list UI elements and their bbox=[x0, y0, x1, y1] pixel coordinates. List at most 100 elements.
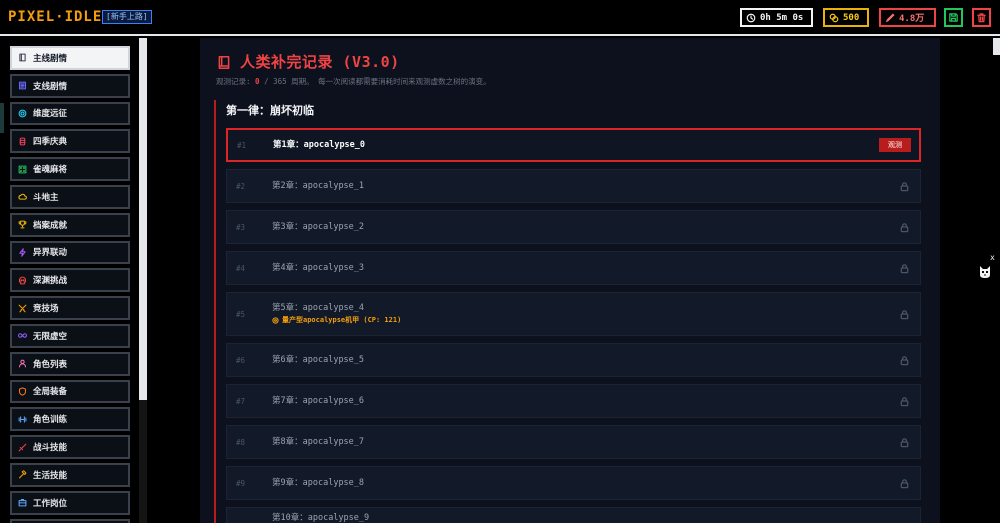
sidebar-item-seasonal-festival[interactable]: 四季庆典 bbox=[10, 129, 130, 154]
lock-icon bbox=[899, 478, 910, 489]
game-logo: PIXEL·IDLE bbox=[8, 9, 103, 25]
chapter-row-5: #5 第5章：apocalypse_4 量产型apocalypse机甲 (CP:… bbox=[226, 292, 921, 336]
progress-summary: 观测记录: 0 / 365 周期。 每一次阅读都需要消耗时间来观测虚数之树的演变… bbox=[216, 77, 491, 86]
lock-icon bbox=[899, 181, 910, 192]
sidebar-item-dimension-expedition[interactable]: 维度远征 bbox=[10, 101, 130, 126]
sidebar-item-label: 支线剧情 bbox=[33, 81, 68, 92]
delete-button[interactable] bbox=[972, 8, 991, 27]
timer-value: 0h 5m 0s bbox=[760, 12, 804, 23]
page-scrollbar-thumb[interactable] bbox=[993, 38, 1000, 55]
chapter-row-1[interactable]: #1 第1章：apocalypse_0 观测 bbox=[226, 128, 921, 162]
sidebar-item-main-story[interactable]: 主线剧情 bbox=[10, 46, 130, 70]
sidebar-item-partial[interactable] bbox=[10, 518, 130, 523]
chapter-body: 第6章：apocalypse_5 bbox=[272, 355, 899, 365]
chapter-title: 第7章：apocalypse_6 bbox=[272, 396, 365, 406]
pet-close-button[interactable]: x bbox=[990, 253, 995, 262]
chapter-number: #2 bbox=[236, 181, 246, 191]
section-divider bbox=[214, 100, 216, 523]
chapter-body: 第3章：apocalypse_2 bbox=[272, 222, 899, 232]
cloud-icon bbox=[18, 192, 27, 201]
sidebar-item-mahjong[interactable]: 雀魂麻将 bbox=[10, 157, 130, 181]
save-button[interactable] bbox=[944, 8, 963, 27]
chapter-row-3: #3 第3章：apocalypse_2 bbox=[226, 210, 921, 244]
coin-value: 500 bbox=[843, 12, 860, 23]
sidebar-item-dou-dizhu[interactable]: 斗地主 bbox=[10, 184, 130, 209]
sidebar-item-label: 主线剧情 bbox=[33, 53, 68, 64]
sidebar-scrollbar-thumb[interactable] bbox=[139, 38, 147, 400]
chapter-body: 第5章：apocalypse_4 量产型apocalypse机甲 (CP: 12… bbox=[272, 303, 899, 325]
shield-icon bbox=[18, 387, 27, 396]
sidebar-item-label: 全局装备 bbox=[33, 387, 68, 398]
power-value: 4.8万 bbox=[899, 14, 925, 24]
sidebar-item-global-equipment[interactable]: 全局装备 bbox=[10, 379, 130, 404]
dice-icon bbox=[18, 165, 27, 174]
sidebar-item-infinite-void[interactable]: 无限虚空 bbox=[10, 323, 130, 348]
clock-icon bbox=[746, 13, 756, 23]
chapter-title: 第5章：apocalypse_4 bbox=[272, 303, 365, 313]
app-root: PIXEL·IDLE [新手上路] 0h 5m 0s 500 4.8万 主线剧情 bbox=[0, 0, 1000, 523]
quill-icon bbox=[885, 13, 895, 23]
power-counter: 4.8万 bbox=[879, 8, 936, 27]
chapter-enemy: 量产型apocalypse机甲 (CP: 121) bbox=[272, 316, 899, 325]
sidebar-item-label: 维度远征 bbox=[33, 109, 68, 120]
infinity-icon bbox=[18, 331, 27, 340]
chapter-number: #3 bbox=[236, 222, 246, 232]
lock-icon bbox=[899, 263, 910, 274]
sidebar-item-combat-skills[interactable]: 战斗技能 bbox=[10, 435, 130, 459]
chapter-number: #4 bbox=[236, 263, 246, 273]
target-icon bbox=[18, 109, 27, 118]
bolt-icon bbox=[18, 248, 27, 257]
chapter-title: 第6章：apocalypse_5 bbox=[272, 355, 365, 365]
coin-icon bbox=[829, 13, 839, 23]
trash-icon bbox=[976, 12, 987, 23]
user-icon bbox=[18, 359, 27, 368]
sidebar-item-character-list[interactable]: 角色列表 bbox=[10, 351, 130, 376]
sidebar-item-label: 无限虚空 bbox=[33, 331, 68, 342]
progress-current: 0 bbox=[255, 77, 260, 86]
chapter-row-2: #2 第2章：apocalypse_1 bbox=[226, 169, 921, 203]
sidebar-item-crossover[interactable]: 异界联动 bbox=[10, 240, 130, 265]
story-header: 人类补完记录 (V3.0) bbox=[217, 52, 400, 72]
chapter-row-8: #8 第8章：apocalypse_7 bbox=[226, 425, 921, 459]
sidebar-item-side-story[interactable]: 支线剧情 bbox=[10, 73, 130, 98]
top-bar: PIXEL·IDLE [新手上路] 0h 5m 0s 500 4.8万 bbox=[0, 0, 1000, 36]
sidebar: 主线剧情 支线剧情 维度远征 四季庆典 雀魂麻将 斗地主 档案成就 异界联动 深… bbox=[0, 38, 148, 523]
cat-icon[interactable] bbox=[978, 263, 992, 279]
scroll-icon bbox=[18, 81, 27, 90]
sidebar-item-life-skills[interactable]: 生活技能 bbox=[10, 462, 130, 487]
lock-icon bbox=[899, 437, 910, 448]
hammer-icon bbox=[18, 470, 27, 479]
play-timer: 0h 5m 0s bbox=[740, 8, 813, 27]
lock-icon bbox=[899, 222, 910, 233]
dumbbell-icon bbox=[18, 415, 27, 424]
chapter-body: 第9章：apocalypse_8 bbox=[272, 478, 899, 488]
sidebar-edge-marker bbox=[0, 103, 4, 133]
chapter-body: 第1章：apocalypse_0 bbox=[273, 140, 879, 150]
chapter-number: #5 bbox=[236, 309, 246, 319]
sidebar-item-achievements[interactable]: 档案成就 bbox=[10, 212, 130, 237]
chapter-body: 第2章：apocalypse_1 bbox=[272, 181, 899, 191]
briefcase-icon bbox=[18, 498, 27, 507]
chapter-body: 第4章：apocalypse_3 bbox=[272, 263, 899, 273]
sidebar-item-job-positions[interactable]: 工作岗位 bbox=[10, 490, 130, 515]
sidebar-item-label: 角色列表 bbox=[33, 359, 68, 370]
sidebar-item-label: 竞技场 bbox=[33, 304, 59, 315]
progress-total: / 365 周期。 bbox=[264, 77, 314, 86]
chapter-title: 第2章：apocalypse_1 bbox=[272, 181, 365, 191]
chapter-title: 第4章：apocalypse_3 bbox=[272, 263, 365, 273]
coin-counter: 500 bbox=[823, 8, 869, 27]
lock-icon bbox=[899, 309, 910, 320]
sidebar-item-label: 工作岗位 bbox=[33, 498, 68, 509]
sidebar-item-abyss-challenge[interactable]: 深渊挑战 bbox=[10, 268, 130, 293]
sidebar-item-label: 深渊挑战 bbox=[33, 276, 68, 287]
observe-button[interactable]: 观测 bbox=[879, 138, 911, 152]
chapter-row-9: #9 第9章：apocalypse_8 bbox=[226, 466, 921, 500]
skull-icon bbox=[18, 276, 27, 285]
progress-label: 观测记录: bbox=[216, 77, 251, 86]
chapter-row-4: #4 第4章：apocalypse_3 bbox=[226, 251, 921, 285]
sidebar-item-label: 档案成就 bbox=[33, 220, 68, 231]
trophy-icon bbox=[18, 220, 27, 229]
sidebar-item-character-training[interactable]: 角色训练 bbox=[10, 407, 130, 432]
sidebar-item-arena[interactable]: 竞技场 bbox=[10, 296, 130, 320]
book-icon bbox=[217, 55, 231, 70]
